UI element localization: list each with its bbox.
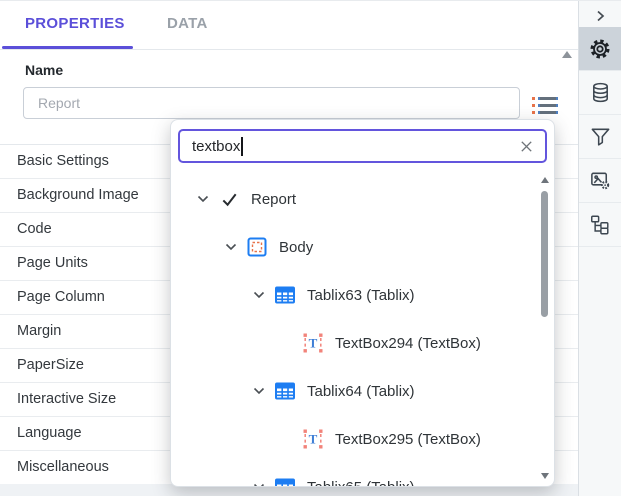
property-row-label: Page Column <box>17 289 105 305</box>
tablix-icon <box>275 477 295 486</box>
sidebar-item-filter[interactable] <box>579 115 621 159</box>
chevron-right-icon <box>592 8 608 24</box>
hierarchy-icon <box>589 214 611 236</box>
chevron-down-icon[interactable] <box>251 287 267 303</box>
name-field-label: Name <box>25 62 64 78</box>
sidebar-items <box>579 27 621 247</box>
tree-item[interactable]: Tablix63 (Tablix) <box>171 271 538 319</box>
dropdown-scrollbar[interactable] <box>539 177 551 479</box>
close-icon <box>519 139 534 154</box>
scroll-up-arrow[interactable] <box>541 177 549 183</box>
tree-icon-slot <box>247 237 267 257</box>
element-search-input[interactable]: textbox <box>178 129 547 163</box>
tablix-icon <box>275 285 295 305</box>
element-tree: Report Body Tablix63 (Tablix) T TextBox2… <box>171 175 538 486</box>
tree-item[interactable]: Tablix65 (Tablix) <box>171 463 538 486</box>
tab-properties[interactable]: PROPERTIES <box>25 15 125 32</box>
property-row-label: Miscellaneous <box>17 459 109 475</box>
tree-icon-slot: T <box>303 429 323 449</box>
element-picker-dropdown: textbox Report Body Tablix63 (Tablix) T … <box>170 119 555 487</box>
clear-search-button[interactable] <box>517 137 535 155</box>
element-list-button[interactable] <box>529 92 563 118</box>
tree-icon-slot <box>275 285 295 305</box>
chevron-slot <box>247 287 275 303</box>
active-tab-underline <box>2 46 133 49</box>
tree-item-label: TextBox294 (TextBox) <box>335 334 481 352</box>
chevron-down-icon[interactable] <box>251 479 267 486</box>
tree-item[interactable]: Tablix64 (Tablix) <box>171 367 538 415</box>
chevron-down-icon[interactable] <box>223 239 239 255</box>
chevron-down-icon[interactable] <box>251 383 267 399</box>
filter-icon <box>589 125 612 148</box>
chevron-slot <box>247 479 275 486</box>
list-icon <box>532 96 560 100</box>
tree-item[interactable]: Body <box>171 223 538 271</box>
svg-text:T: T <box>309 432 318 447</box>
property-row-label: Page Units <box>17 255 88 271</box>
sidebar-item-data-source[interactable] <box>579 71 621 115</box>
tree-item[interactable]: T TextBox295 (TextBox) <box>171 415 538 463</box>
svg-text:T: T <box>309 336 318 351</box>
tree-icon-slot <box>219 189 239 209</box>
sidebar-item-hierarchy[interactable] <box>579 203 621 247</box>
chevron-down-icon[interactable] <box>195 191 211 207</box>
sidebar-item-image-settings[interactable] <box>579 159 621 203</box>
textbox-icon: T <box>303 429 323 449</box>
tree-item-label: Body <box>279 238 314 256</box>
body-section-icon <box>247 237 267 257</box>
report-check-icon <box>220 190 239 209</box>
image-settings-icon <box>589 169 612 192</box>
tree-icon-slot <box>275 381 295 401</box>
textbox-icon: T <box>303 333 323 353</box>
sidebar-item-settings[interactable] <box>579 27 621 71</box>
tree-item-label: Tablix65 (Tablix) <box>307 479 415 487</box>
tree-icon-slot: T <box>303 333 323 353</box>
tool-sidebar <box>578 1 621 496</box>
search-input-value: textbox <box>192 137 241 155</box>
scroll-down-arrow[interactable] <box>541 473 549 479</box>
property-row-label: Basic Settings <box>17 153 109 169</box>
tree-item-label: Tablix63 (Tablix) <box>307 286 415 304</box>
chevron-slot <box>247 383 275 399</box>
chevron-slot <box>191 191 219 207</box>
tree-item-label: Report <box>251 190 297 208</box>
tree-item-label: Tablix64 (Tablix) <box>307 382 415 400</box>
property-row-label: Code <box>17 221 52 237</box>
scrollbar-thumb[interactable] <box>541 191 548 317</box>
tree-icon-slot <box>275 477 295 486</box>
text-cursor <box>241 136 243 156</box>
tree-item-label: TextBox295 (TextBox) <box>335 430 481 448</box>
tab-data[interactable]: DATA <box>167 15 208 32</box>
property-row-label: Interactive Size <box>17 391 117 407</box>
property-row-label: Margin <box>17 323 62 339</box>
panel-scroll-up-arrow[interactable] <box>562 51 572 58</box>
property-row-label: Language <box>17 425 82 441</box>
tablix-icon <box>275 381 295 401</box>
tree-item[interactable]: T TextBox294 (TextBox) <box>171 319 538 367</box>
tree-item[interactable]: Report <box>171 175 538 223</box>
database-icon <box>589 81 612 104</box>
property-row-label: Background Image <box>17 187 139 203</box>
tab-bar: PROPERTIES DATA <box>0 1 578 50</box>
gear-icon <box>588 37 612 61</box>
collapse-panel-button[interactable] <box>579 4 621 27</box>
name-input[interactable] <box>23 87 520 119</box>
property-row-label: PaperSize <box>17 357 84 373</box>
chevron-slot <box>219 239 247 255</box>
